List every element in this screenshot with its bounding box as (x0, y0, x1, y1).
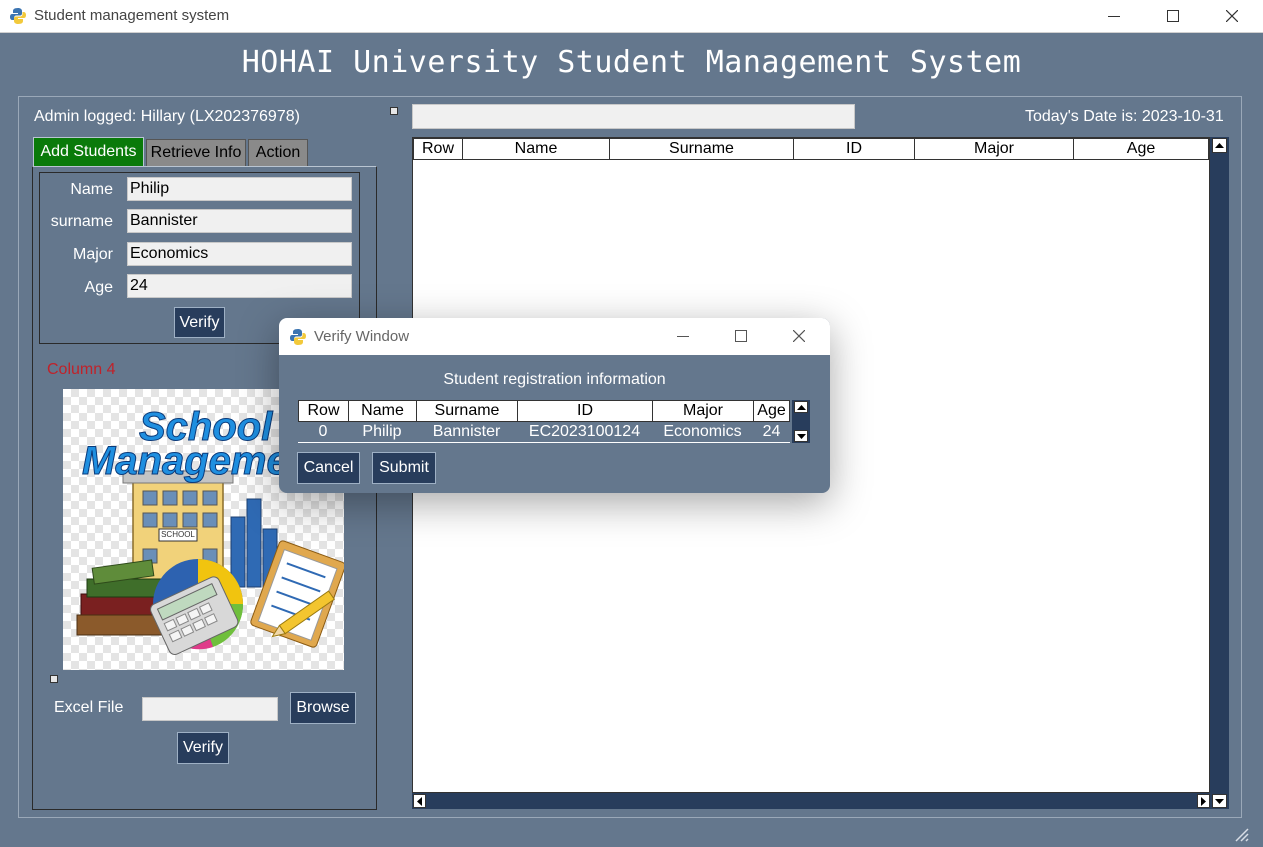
name-label: Name (70, 181, 113, 198)
verify-dialog: Verify Window Student registration infor… (279, 318, 830, 493)
surname-label: surname (50, 213, 113, 230)
table-header-major[interactable]: Major (914, 138, 1074, 160)
table-header-row[interactable]: Row (413, 138, 463, 160)
scroll-down-arrow-icon[interactable] (794, 430, 808, 442)
dialog-header-name[interactable]: Name (348, 400, 417, 422)
admin-label: Admin logged: Hillary (LX202376978) (34, 108, 300, 125)
table-header-surname[interactable]: Surname (609, 138, 794, 160)
scroll-up-arrow-icon[interactable] (794, 401, 808, 413)
dialog-table-row[interactable]: 0 Philip Bannister EC2023100124 Economic… (298, 422, 790, 443)
tab-retrieve-info[interactable]: Retrieve Info (146, 139, 246, 166)
dialog-cell-age: 24 (762, 423, 781, 440)
column4-label: Column 4 (47, 361, 116, 378)
dialog-cell-id: EC2023100124 (528, 423, 641, 440)
major-field[interactable]: Economics (127, 242, 352, 266)
dialog-header-row[interactable]: Row (298, 400, 349, 422)
window-titlebar: Student management system (0, 0, 1263, 33)
tab-action[interactable]: Action (248, 139, 308, 166)
maximize-icon (735, 330, 747, 342)
dialog-cell-name: Philip (362, 423, 402, 440)
dialog-heading: Student registration information (443, 371, 666, 388)
search-input[interactable] (412, 104, 855, 129)
submit-button[interactable]: Submit (372, 452, 436, 484)
dialog-cell-major: Economics (663, 423, 742, 440)
browse-button[interactable]: Browse (290, 692, 356, 724)
surname-field[interactable]: Bannister (127, 209, 352, 233)
dialog-minimize-button[interactable] (660, 320, 706, 352)
scroll-left-arrow-icon[interactable] (413, 794, 426, 808)
table-horizontal-scrollbar[interactable] (412, 793, 1210, 809)
excel-file-label: Excel File (54, 699, 124, 716)
close-icon (793, 330, 805, 342)
excel-verify-button[interactable]: Verify (177, 732, 229, 764)
table-vertical-scrollbar[interactable] (1210, 137, 1229, 809)
table-header-id[interactable]: ID (793, 138, 915, 160)
dialog-cell-row: 0 (318, 423, 328, 440)
age-label: Age (84, 279, 113, 296)
minimize-button[interactable] (1091, 0, 1137, 32)
dialog-maximize-button[interactable] (718, 320, 764, 352)
resize-grip-icon[interactable] (1230, 823, 1250, 843)
dialog-header-surname[interactable]: Surname (416, 400, 518, 422)
python-icon (289, 328, 307, 346)
scroll-right-arrow-icon[interactable] (1197, 794, 1210, 808)
excel-file-input[interactable] (142, 697, 278, 721)
tab-add-students[interactable]: Add Students (33, 137, 144, 166)
app-heading: HOHAI University Student Management Syst… (241, 45, 1022, 80)
dialog-header-age[interactable]: Age (753, 400, 790, 422)
dialog-close-button[interactable] (776, 320, 822, 352)
dialog-header-major[interactable]: Major (652, 400, 754, 422)
maximize-button[interactable] (1150, 0, 1196, 32)
dialog-title: Verify Window (314, 328, 410, 345)
major-label: Major (72, 246, 113, 263)
table-header-name[interactable]: Name (462, 138, 610, 160)
scroll-down-arrow-icon[interactable] (1212, 794, 1227, 808)
image-handle[interactable] (50, 675, 58, 683)
minimize-icon (677, 335, 689, 337)
scroll-up-arrow-icon[interactable] (1212, 138, 1227, 153)
window-title: Student management system (34, 7, 230, 24)
close-button[interactable] (1209, 0, 1255, 32)
dialog-titlebar: Verify Window (279, 318, 830, 355)
name-field[interactable]: Philip (127, 177, 352, 201)
maximize-icon (1167, 10, 1179, 22)
date-label: Today's Date is: 2023-10-31 (1025, 108, 1224, 125)
pane-handle[interactable] (390, 107, 398, 115)
python-icon (9, 7, 27, 25)
minimize-icon (1108, 15, 1120, 17)
age-field[interactable]: 24 (127, 274, 352, 298)
dialog-cell-surname: Bannister (432, 423, 501, 440)
dialog-header-id[interactable]: ID (517, 400, 653, 422)
cancel-button[interactable]: Cancel (297, 452, 360, 484)
table-header-age[interactable]: Age (1073, 138, 1209, 160)
close-icon (1226, 10, 1238, 22)
verify-button[interactable]: Verify (174, 307, 225, 338)
building-sign: SCHOOL (161, 530, 195, 539)
